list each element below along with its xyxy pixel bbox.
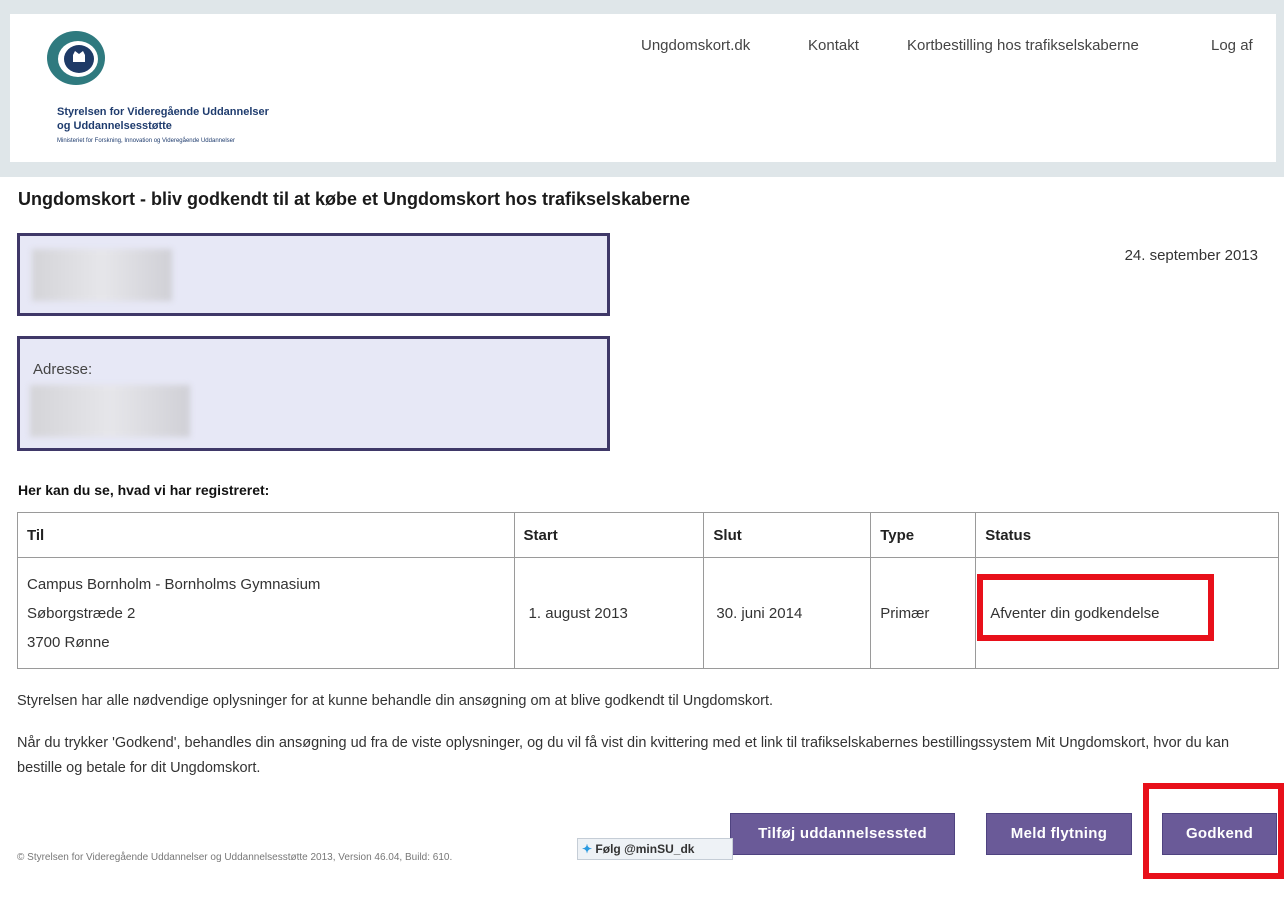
address-label: Adresse: <box>33 361 93 378</box>
col-header-slut: Slut <box>703 512 872 558</box>
col-header-type: Type <box>870 512 977 558</box>
info-paragraph-1: Styrelsen har alle nødvendige oplysninge… <box>17 693 774 709</box>
cell-til: Campus Bornholm - Bornholms Gymnasium Sø… <box>17 557 515 669</box>
footer-copyright: © Styrelsen for Videregående Uddannelser… <box>17 852 453 863</box>
nav-link-kontakt[interactable]: Kontakt <box>808 37 859 54</box>
cell-start: 1. august 2013 <box>513 557 705 669</box>
institution-city: 3700 Rønne <box>27 633 110 651</box>
header: Styrelsen for Videregående Uddannelser o… <box>10 14 1276 162</box>
col-header-til: Til <box>17 512 515 558</box>
name-box <box>17 233 610 316</box>
institution-name: Campus Bornholm - Bornholms Gymnasium <box>27 575 321 593</box>
twitter-bird-icon: ✦ <box>582 842 593 856</box>
col-header-status: Status <box>975 512 1279 558</box>
redacted-address <box>30 385 190 437</box>
agency-logo-icon <box>47 31 105 85</box>
address-box: Adresse: <box>17 336 610 451</box>
nav-link-kortbestilling[interactable]: Kortbestilling hos trafikselskaberne <box>907 37 1139 54</box>
org-name-line-1: Styrelsen for Videregående Uddannelser <box>57 106 269 118</box>
info-paragraph-2: Når du trykker 'Godkend', behandles din … <box>17 735 1230 776</box>
twitter-follow-label: Følg @minSU_dk <box>595 842 695 856</box>
nav-link-ungdomskort[interactable]: Ungdomskort.dk <box>641 37 750 54</box>
nav-link-log-af[interactable]: Log af <box>1211 37 1253 54</box>
institution-street: Søborgstræde 2 <box>27 604 136 622</box>
add-education-button[interactable]: Tilføj uddannelsessted <box>730 813 955 855</box>
section-title: Her kan du se, hvad vi har registreret: <box>18 482 270 498</box>
ministry-name: Ministeriet for Forskning, Innovation og… <box>57 138 235 144</box>
table-header-row: Til Start Slut Type Status <box>17 512 1279 558</box>
twitter-follow-button[interactable]: ✦ Følg @minSU_dk <box>577 838 733 860</box>
current-date: 24. september 2013 <box>1124 247 1258 264</box>
redacted-name <box>32 249 172 301</box>
cell-slut: 30. juni 2014 <box>703 557 872 669</box>
cell-type: Primær <box>870 557 977 669</box>
org-name-line-2: og Uddannelsesstøtte <box>57 120 172 132</box>
col-header-start: Start <box>513 512 705 558</box>
page-title: Ungdomskort - bliv godkendt til at købe … <box>18 189 691 209</box>
approve-highlight <box>1143 783 1284 879</box>
status-highlight <box>977 574 1214 641</box>
report-move-button[interactable]: Meld flytning <box>986 813 1132 855</box>
